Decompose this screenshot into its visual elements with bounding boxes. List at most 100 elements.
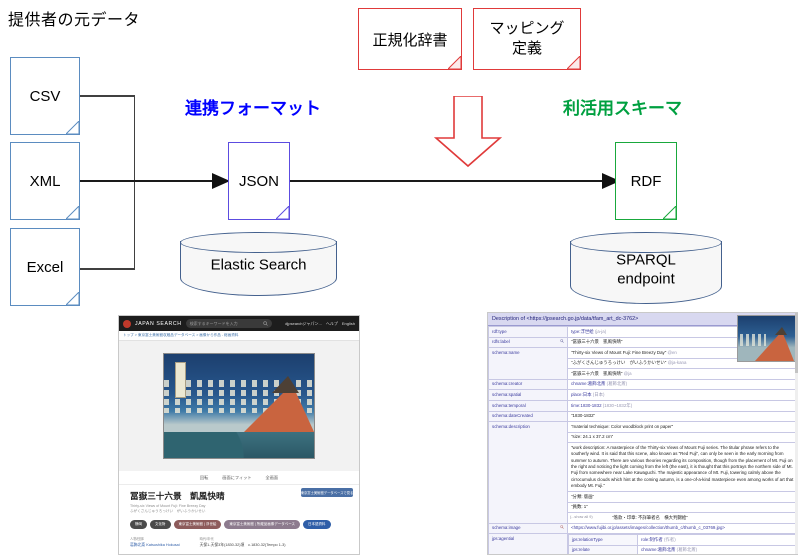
rdf-value-text[interactable]: place:日本 <box>571 392 592 397</box>
viewer-toolbar[interactable]: 回転 画面にフィット 全画面 <box>119 471 359 485</box>
list-item: "size: 24.1 x 37.2 cm" <box>568 432 798 443</box>
search-icon[interactable] <box>560 525 564 529</box>
credit-date-label: 時代/年代 <box>200 536 286 541</box>
cylinder-top <box>180 232 337 253</box>
dictionary-doc-normalization-label: 正規化辞書 <box>372 29 447 50</box>
rdf-value-text[interactable]: type:浮世絵 <box>571 329 594 334</box>
rdf-property: rdf:type <box>489 327 568 338</box>
json-doc: JSON <box>228 142 290 220</box>
list-item: "work description: A masterpiece of the … <box>568 443 798 492</box>
rdf-property: schema:description <box>489 422 568 524</box>
rdf-value-lang: @ja-kana <box>668 360 687 365</box>
sub-value-text[interactable]: chname:葛飾北斎 <box>641 547 675 552</box>
rdf-value[interactable]: chname:葛飾北斎 (葛飾北斎) <box>568 379 798 390</box>
page-fold-icon <box>276 206 289 219</box>
source-doc-xml-label: XML <box>30 173 61 190</box>
list-item: "員数: 1" <box>568 502 798 513</box>
rdf-value-text[interactable]: <https://www.fujibi.or.jp/assets/images/… <box>571 525 725 530</box>
page-fold-icon <box>66 206 79 219</box>
rdf-value-lang: @en <box>668 350 677 355</box>
image-viewer[interactable] <box>119 341 359 471</box>
sparql-endpoint-store-label: SPARQL endpoint <box>570 247 722 289</box>
rdf-value: jps:relationType role:制作者 (作者) jps:relat… <box>568 534 798 555</box>
rdf-value[interactable]: <https://www.fujibi.or.jp/assets/images/… <box>568 523 798 534</box>
screenshot-rdf-description[interactable]: Description of <https://jpsearch.go.jp/d… <box>487 312 798 555</box>
json-doc-label: JSON <box>239 173 279 190</box>
japan-search-topbar: JAPAN SEARCH 検索するキーワードを入力 #jpsearchジャパン.… <box>119 316 359 331</box>
tag-collection-db[interactable]: 東京富士美術館 | 所蔵品画像データベース <box>224 520 300 529</box>
source-doc-csv: CSV <box>10 57 80 135</box>
rdf-value-cell: "work description: A masterpiece of the … <box>568 443 798 492</box>
japan-search-brand: JAPAN SEARCH <box>135 321 182 327</box>
list-item: (...show all 9) "落款・印章: 不詳筆者名 横大判錦絵" <box>568 513 798 523</box>
viewer-tool-fit[interactable]: 画面にフィット <box>222 475 251 481</box>
dictionary-doc-normalization: 正規化辞書 <box>358 8 462 70</box>
page-fold-icon <box>66 121 79 134</box>
tag-ukiyoe[interactable]: 東京富士美術館 | 浮世絵 <box>174 520 222 529</box>
sub-value[interactable]: role:制作者 (作者) <box>638 535 798 546</box>
sparql-endpoint-label-line2: endpoint <box>570 270 722 289</box>
forest-shape <box>164 432 314 458</box>
rdf-property: schema:dateCreated <box>489 411 568 422</box>
breadcrumb-text[interactable]: トップ > 東京富士美術館収蔵品データベース > 画像から作品 - 総画資料 <box>123 333 238 338</box>
search-icon <box>263 321 268 326</box>
table-row[interactable]: jps:relate chname:葛飾北斎 (葛飾北斎) <box>569 545 798 555</box>
table-row[interactable]: schema:spatial place:日本 (日本) <box>489 390 798 401</box>
screenshot-japan-search[interactable]: JAPAN SEARCH 検索するキーワードを入力 #jpsearchジャパン.… <box>118 315 360 555</box>
page-title: 提供者の元データ <box>8 6 140 30</box>
breadcrumb[interactable]: トップ > 東京富士美術館収蔵品データベース > 画像から作品 - 総画資料 <box>119 331 359 341</box>
credit-creator-value[interactable]: 葛飾北斎 Katsushika Hokusai <box>130 543 180 548</box>
rdf-value-text[interactable]: chname:葛飾北斎 <box>571 381 605 386</box>
sub-property: jps:relate <box>569 545 638 555</box>
credits: 人物/団体 葛飾北斎 Katsushika Hokusai 時代/年代 天保1-… <box>130 536 348 548</box>
rdf-value-text[interactable]: time:1830-1832 <box>571 403 602 408</box>
tag-japanese-material[interactable]: 日本語資料 <box>303 520 331 529</box>
tag-cultural-property[interactable]: 文化財 <box>150 520 171 529</box>
rdf-value-list: "material technique: Color woodblock pri… <box>568 422 798 523</box>
topbar-link-jpsearch[interactable]: #jpsearchジャパン... <box>285 321 322 327</box>
elastic-search-store: Elastic Search <box>180 232 337 296</box>
table-row[interactable]: schema:temporal time:1830-1832 (1830~183… <box>489 400 798 411</box>
sparql-endpoint-label-line1: SPARQL <box>570 251 722 270</box>
sub-value-lang: (葛飾北斎) <box>677 547 698 552</box>
page-fold-icon <box>567 56 580 69</box>
sub-value-text[interactable]: role:制作者 <box>641 537 663 542</box>
japan-search-topbar-links[interactable]: #jpsearchジャパン... ヘルプ English <box>285 321 355 327</box>
table-row[interactable]: jps:agential jps:relationType role:制作者 (… <box>489 534 798 555</box>
rdf-value-lang: @ja <box>624 371 632 376</box>
sub-property: jps:relationType <box>569 535 638 546</box>
sub-value[interactable]: chname:葛飾北斎 (葛飾北斎) <box>638 545 798 555</box>
rdf-value: "material technique: Color woodblock pri… <box>568 422 798 524</box>
rdf-value[interactable]: place:日本 (日本) <box>568 390 798 401</box>
rdf-thumbnail-image[interactable] <box>737 315 797 362</box>
thumbnail-mountain <box>755 331 794 361</box>
table-row[interactable]: schema:creator chname:葛飾北斎 (葛飾北斎) <box>489 379 798 390</box>
search-input-placeholder: 検索するキーワードを入力 <box>190 321 238 327</box>
viewer-tool-fullscreen[interactable]: 全画面 <box>266 475 279 481</box>
topbar-link-english[interactable]: English <box>342 321 355 326</box>
search-input[interactable]: 検索するキーワードを入力 <box>186 319 272 328</box>
table-row[interactable]: schema:image <https://www.fujibi.or.jp/a… <box>489 523 798 534</box>
dictionary-doc-mapping-label-line1: マッピング <box>489 19 564 39</box>
table-row[interactable]: jps:relationType role:制作者 (作者) <box>569 535 798 546</box>
table-row[interactable]: schema:description "material technique: … <box>489 422 798 524</box>
source-doc-excel-label: Excel <box>27 259 64 276</box>
sparql-endpoint-store: SPARQL endpoint <box>570 232 722 304</box>
viewer-tool-rotate[interactable]: 回転 <box>200 475 208 481</box>
page-fold-icon <box>66 292 79 305</box>
rdf-doc-label: RDF <box>631 173 662 190</box>
open-source-database-button[interactable]: 東京富士美術館データベースで見る <box>301 488 353 497</box>
artwork-image-red-fuji[interactable] <box>163 353 315 459</box>
rdf-doc: RDF <box>615 142 677 220</box>
topbar-link-help[interactable]: ヘルプ <box>326 321 338 327</box>
rdf-value-text: "冨嶽三十六景 凱風快晴" <box>571 339 622 344</box>
tag-shizuoka[interactable]: 静岡 <box>130 520 147 529</box>
sub-value-lang: (作者) <box>664 537 676 542</box>
search-icon[interactable] <box>560 339 564 343</box>
table-row[interactable]: schema:dateCreated "1830-1832" <box>489 411 798 422</box>
rdf-value[interactable]: time:1830-1832 (1830~1832年) <box>568 400 798 411</box>
show-all-note[interactable]: (...show all 9) <box>570 515 593 521</box>
tag-list[interactable]: 静岡 文化財 東京富士美術館 | 浮世絵 東京富士美術館 | 所蔵品画像データベ… <box>130 520 348 529</box>
rdf-value-cell: "員数: 1" <box>568 502 798 513</box>
rdf-value-cell: "material technique: Color woodblock pri… <box>568 422 798 432</box>
